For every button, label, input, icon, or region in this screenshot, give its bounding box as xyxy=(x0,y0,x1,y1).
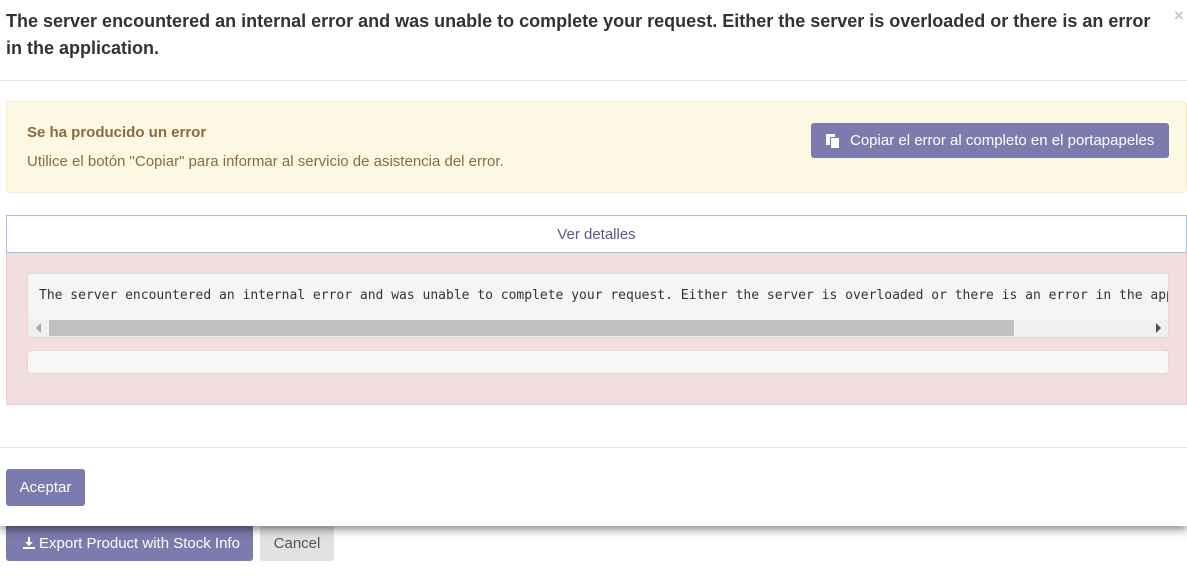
clipboard-icon xyxy=(825,133,841,149)
error-dialog: The server encountered an internal error… xyxy=(0,0,1187,526)
copy-error-label: Copiar el error al completo en el portap… xyxy=(850,132,1155,149)
export-button-label: Export Product with Stock Info xyxy=(39,534,240,552)
scroll-left-arrow-icon[interactable] xyxy=(36,323,41,333)
dialog-footer: Aceptar xyxy=(0,447,1187,526)
error-traceback-box: The server encountered an internal error… xyxy=(27,273,1169,338)
show-details-toggle[interactable]: Ver detalles xyxy=(6,215,1187,253)
download-icon xyxy=(22,536,36,550)
export-product-stock-button[interactable]: Export Product with Stock Info xyxy=(6,525,253,561)
error-details-panel: The server encountered an internal error… xyxy=(6,253,1187,405)
warning-message: Utilice el botón "Copiar" para informar … xyxy=(27,153,504,170)
accept-button[interactable]: Aceptar xyxy=(6,469,85,506)
cancel-button[interactable]: Cancel xyxy=(260,525,334,561)
warning-heading: Se ha producido un error xyxy=(27,124,207,141)
scroll-right-arrow-icon[interactable] xyxy=(1156,323,1161,333)
warning-alert: Se ha producido un error Utilice el botó… xyxy=(6,101,1187,193)
scrollbar-thumb[interactable] xyxy=(49,320,1014,336)
dialog-title: The server encountered an internal error… xyxy=(6,11,1151,58)
empty-detail-box xyxy=(27,350,1169,374)
copy-error-button[interactable]: Copiar el error al completo en el portap… xyxy=(811,123,1169,158)
close-icon[interactable]: × xyxy=(1174,6,1187,26)
error-traceback-text: The server encountered an internal error… xyxy=(39,288,1169,303)
dialog-header: The server encountered an internal error… xyxy=(0,0,1187,81)
horizontal-scrollbar[interactable] xyxy=(28,319,1168,337)
